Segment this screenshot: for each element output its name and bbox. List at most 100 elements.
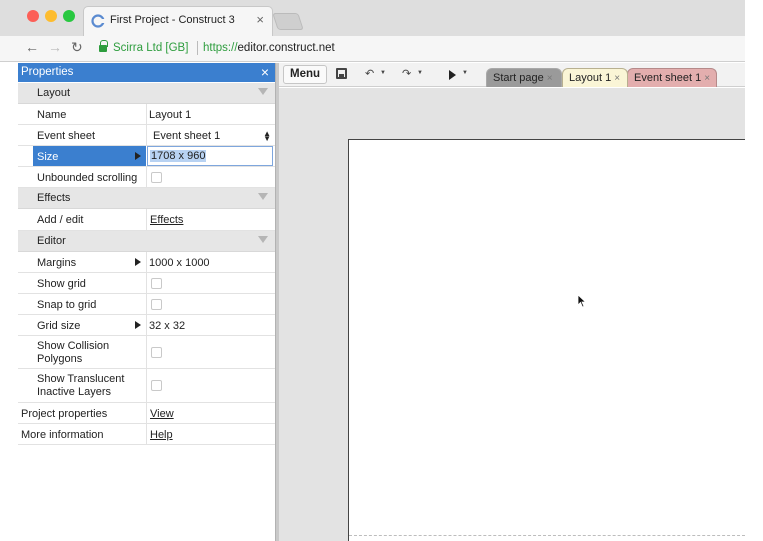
select-arrows-icon[interactable]: ▲ ▼: [263, 130, 271, 143]
close-window-icon[interactable]: [27, 10, 39, 22]
column-divider: [146, 403, 147, 423]
url-field[interactable]: https://editor.construct.net: [203, 42, 335, 54]
prop-row-show-collision-polygons[interactable]: Show Collision Polygons: [18, 336, 275, 369]
chevron-down-icon[interactable]: [258, 193, 268, 200]
tab-label: Start page: [493, 72, 544, 84]
expand-arrow-icon[interactable]: [135, 258, 141, 266]
browser-tab[interactable]: First Project - Construct 3 ×: [83, 6, 273, 36]
redo-dropdown-icon[interactable]: ▼: [417, 70, 423, 76]
group-layout[interactable]: Layout: [18, 83, 275, 104]
prop-row-more-information[interactable]: More information Help: [18, 424, 275, 445]
chevron-down-icon[interactable]: [258, 88, 268, 95]
prop-label: Event sheet: [37, 130, 96, 142]
unbounded-scrolling-checkbox[interactable]: [151, 172, 162, 183]
properties-header: Properties ×: [18, 63, 275, 82]
prop-label: Name: [37, 109, 67, 121]
event-sheet-select[interactable]: Event sheet 1: [153, 130, 220, 142]
prop-value-margins[interactable]: 1000 x 1000: [149, 257, 210, 269]
browser-titlebar: First Project - Construct 3 ×: [0, 0, 745, 36]
tab-label: Layout 1: [569, 72, 612, 84]
new-tab-button[interactable]: [272, 13, 304, 30]
column-divider: [146, 315, 147, 335]
prop-label: Show Collision Polygons: [37, 340, 109, 366]
snap-to-grid-checkbox[interactable]: [151, 299, 162, 310]
prop-row-project-properties[interactable]: Project properties View: [18, 403, 275, 424]
mouse-pointer-icon: [577, 294, 587, 308]
column-divider: [146, 252, 147, 272]
show-translucent-checkbox[interactable]: [151, 380, 162, 391]
column-divider: [146, 167, 147, 187]
prop-row-grid-size[interactable]: Grid size 32 x 32: [18, 315, 275, 336]
help-link[interactable]: Help: [150, 429, 173, 441]
expand-arrow-icon[interactable]: [135, 152, 141, 160]
properties-panel: Layout Name Layout 1 Event sheet Event s…: [18, 83, 275, 541]
layout-canvas[interactable]: [348, 139, 745, 541]
tab-start-page[interactable]: Start page ×: [486, 68, 562, 87]
prop-row-add-edit[interactable]: Add / edit Effects: [18, 209, 275, 231]
properties-close-icon[interactable]: ×: [261, 64, 269, 80]
size-input-text: 1708 x 960: [150, 150, 207, 162]
url-separator: [197, 41, 198, 55]
minimize-window-icon[interactable]: [45, 10, 57, 22]
save-icon[interactable]: [336, 68, 347, 79]
maximize-window-icon[interactable]: [63, 10, 75, 22]
column-divider: [146, 369, 147, 402]
group-label: Editor: [37, 235, 66, 247]
prop-label: Snap to grid: [37, 299, 97, 311]
column-divider: [146, 273, 147, 293]
prop-value-name[interactable]: Layout 1: [149, 109, 191, 121]
prop-label-line: Inactive Layers: [37, 386, 111, 398]
prop-row-event-sheet[interactable]: Event sheet Event sheet 1 ▲ ▼: [18, 125, 275, 146]
group-editor[interactable]: Editor: [18, 231, 275, 252]
undo-icon[interactable]: ↶: [365, 67, 374, 80]
reload-icon[interactable]: ↻: [71, 39, 83, 56]
properties-title: Properties: [21, 66, 74, 78]
back-arrow-icon[interactable]: ←: [25, 39, 39, 55]
browser-tab-close-icon[interactable]: ×: [256, 12, 264, 27]
tab-close-icon[interactable]: ×: [704, 73, 710, 84]
prop-row-show-translucent[interactable]: Show Translucent Inactive Layers: [18, 369, 275, 403]
site-identity[interactable]: Scirra Ltd [GB]: [113, 42, 188, 54]
prop-row-name[interactable]: Name Layout 1: [18, 104, 275, 125]
show-grid-checkbox[interactable]: [151, 278, 162, 289]
tab-event-sheet-1[interactable]: Event sheet 1 ×: [627, 68, 717, 87]
redo-icon[interactable]: ↷: [402, 67, 411, 80]
prop-row-unbounded-scrolling[interactable]: Unbounded scrolling: [18, 167, 275, 188]
effects-link[interactable]: Effects: [150, 214, 183, 226]
group-effects[interactable]: Effects: [18, 188, 275, 209]
menu-button[interactable]: Menu: [283, 65, 327, 84]
browser-tab-title: First Project - Construct 3: [110, 14, 235, 26]
undo-dropdown-icon[interactable]: ▼: [380, 70, 386, 76]
prop-label: Grid size: [37, 320, 81, 332]
size-input[interactable]: 1708 x 960: [147, 146, 273, 166]
prop-row-snap-to-grid[interactable]: Snap to grid: [18, 294, 275, 315]
prop-row-margins[interactable]: Margins 1000 x 1000: [18, 252, 275, 273]
tab-layout-1[interactable]: Layout 1 ×: [562, 68, 628, 87]
expand-arrow-icon[interactable]: [135, 321, 141, 329]
tab-close-icon[interactable]: ×: [614, 73, 620, 84]
group-label: Effects: [37, 192, 71, 204]
play-icon[interactable]: [449, 70, 456, 80]
prop-label: Show grid: [37, 278, 86, 290]
view-link[interactable]: View: [150, 408, 174, 420]
prop-value-grid-size[interactable]: 32 x 32: [149, 320, 185, 332]
address-bar: ← → ↻ Scirra Ltd [GB] https://editor.con…: [0, 36, 745, 62]
tab-label: Event sheet 1: [634, 72, 702, 84]
forward-arrow-icon[interactable]: →: [48, 39, 62, 55]
url-host: editor.construct.net: [237, 42, 335, 54]
tab-close-icon[interactable]: ×: [547, 73, 553, 84]
lock-icon[interactable]: [99, 40, 108, 53]
url-scheme: https://: [203, 42, 238, 54]
play-dropdown-icon[interactable]: ▼: [462, 70, 468, 76]
column-divider: [146, 424, 147, 444]
prop-row-size[interactable]: Size 1708 x 960: [18, 146, 275, 167]
prop-label: Add / edit: [37, 214, 84, 226]
column-divider: [146, 294, 147, 314]
prop-label: More information: [21, 429, 104, 441]
group-label: Layout: [37, 87, 71, 99]
construct-logo-icon: [91, 14, 105, 28]
prop-row-show-grid[interactable]: Show grid: [18, 273, 275, 294]
chevron-down-icon[interactable]: [258, 236, 268, 243]
column-divider: [146, 125, 147, 145]
show-collision-polygons-checkbox[interactable]: [151, 347, 162, 358]
